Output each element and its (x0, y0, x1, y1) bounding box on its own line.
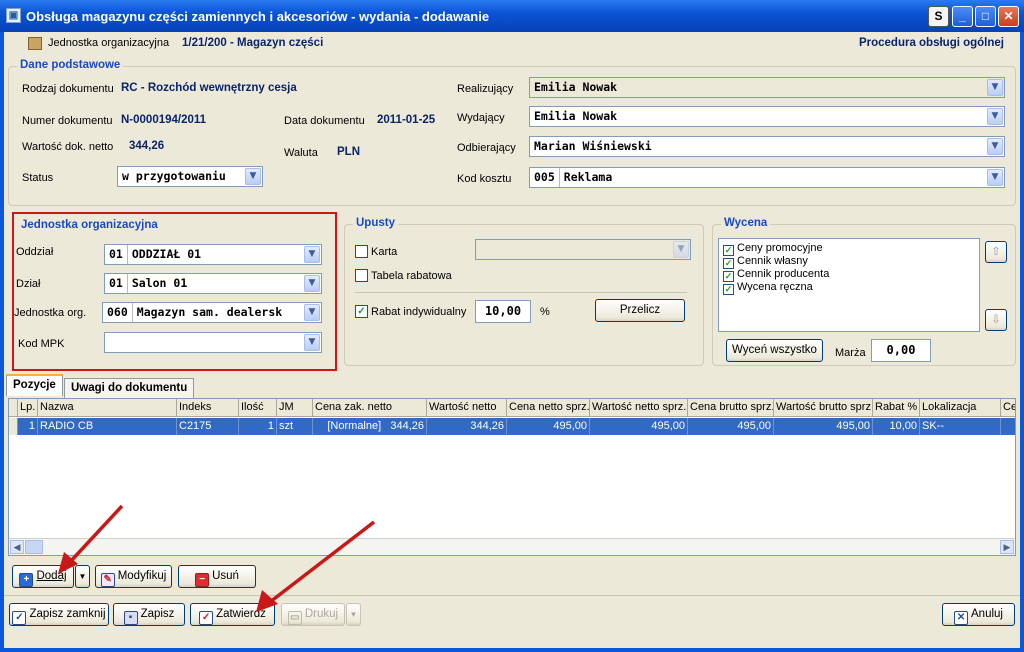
application-window: ▣ Obsługa magazynu części zamiennych i a… (0, 0, 1024, 652)
arrowhead-confirm (256, 590, 278, 612)
annotation-arrows (58, 504, 376, 612)
arrow-confirm (268, 520, 376, 604)
arrow-add (68, 504, 124, 564)
